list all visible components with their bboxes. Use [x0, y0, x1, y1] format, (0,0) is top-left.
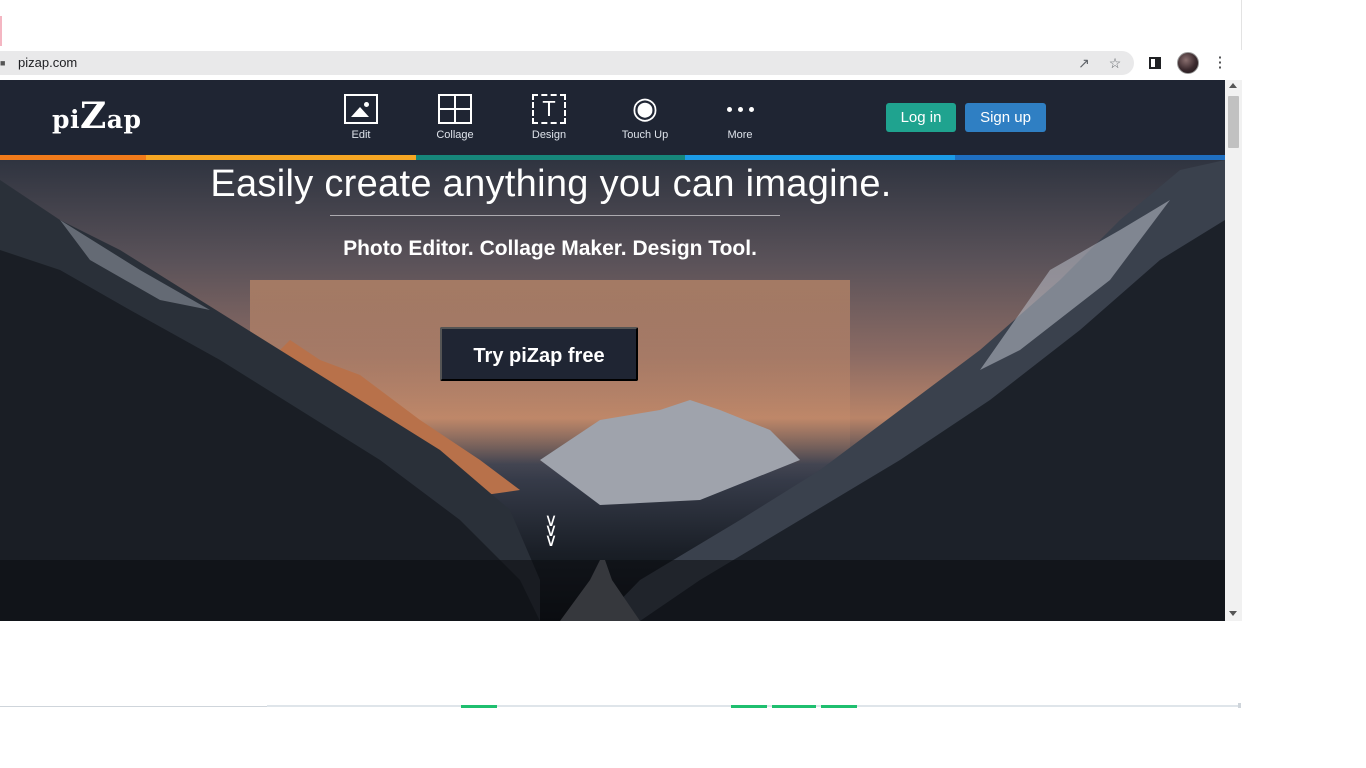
page-scrollbar[interactable]	[1225, 80, 1242, 621]
scroll-down-arrow-icon[interactable]	[1229, 611, 1237, 616]
tab-edge	[0, 16, 2, 46]
browser-window: ■ pizap.com ↗ ☆ ⋮ piZap Edit Collage T D…	[0, 0, 1366, 768]
star-icon[interactable]: ☆	[1106, 54, 1124, 72]
hero-divider	[330, 215, 780, 216]
collage-grid-icon	[438, 94, 472, 124]
footer-accent-3	[772, 705, 816, 708]
footer-track-end	[1238, 703, 1241, 708]
side-panel-icon[interactable]	[1145, 52, 1165, 74]
footer-accent-2	[731, 705, 767, 708]
more-dots-icon	[723, 94, 757, 124]
footer-divider	[0, 706, 267, 707]
address-url[interactable]: pizap.com	[18, 55, 77, 71]
footer-accent-1	[461, 705, 497, 708]
text-box-icon: T	[532, 94, 566, 124]
page-viewport: piZap Edit Collage T Design ◉ Touch Up M…	[0, 80, 1242, 621]
share-icon[interactable]: ↗	[1075, 54, 1093, 72]
login-button[interactable]: Log in	[886, 103, 956, 132]
pizap-logo[interactable]: piZap	[52, 96, 141, 140]
nav-edit-label: Edit	[351, 129, 371, 141]
try-free-button[interactable]: Try piZap free	[440, 327, 638, 381]
nav-design-label: Design	[531, 129, 567, 141]
nav-touch-up[interactable]: ◉ Touch Up	[610, 94, 680, 142]
site-header: piZap Edit Collage T Design ◉ Touch Up M…	[0, 80, 1225, 155]
scroll-thumb[interactable]	[1228, 96, 1239, 148]
logo-text-z: Z	[79, 95, 107, 137]
signup-button[interactable]: Sign up	[965, 103, 1046, 132]
nav-collage[interactable]: Collage	[420, 94, 490, 142]
hero-subtitle: Photo Editor. Collage Maker. Design Tool…	[343, 237, 757, 260]
scroll-up-arrow-icon[interactable]	[1229, 83, 1237, 88]
image-icon	[344, 94, 378, 124]
nav-collage-label: Collage	[436, 129, 474, 141]
mountain-background	[0, 160, 1225, 621]
logo-text-ap: ap	[106, 105, 142, 134]
double-chevron-down-icon[interactable]: ∨ ∨ ∨	[540, 511, 562, 549]
nav-touch-up-label: Touch Up	[621, 129, 669, 141]
text-box-glyph: T	[542, 97, 556, 121]
tab-strip	[0, 0, 1242, 50]
profile-avatar[interactable]	[1177, 52, 1199, 74]
eye-icon: ◉	[631, 92, 659, 125]
address-bar[interactable]: ■ pizap.com ↗ ☆	[0, 51, 1134, 75]
nav-more-label: More	[727, 129, 753, 141]
footer-accent-4	[821, 705, 857, 708]
nav-design[interactable]: T Design	[514, 94, 584, 142]
logo-text-pi: pi	[52, 105, 80, 134]
nav-more[interactable]: More	[705, 94, 775, 142]
lock-icon[interactable]: ■	[0, 58, 6, 68]
hero-section: Easily create anything you can imagine. …	[0, 160, 1225, 621]
nav-edit[interactable]: Edit	[326, 94, 396, 142]
kebab-menu-icon[interactable]: ⋮	[1210, 52, 1230, 74]
hero-title: Easily create anything you can imagine.	[210, 163, 892, 205]
